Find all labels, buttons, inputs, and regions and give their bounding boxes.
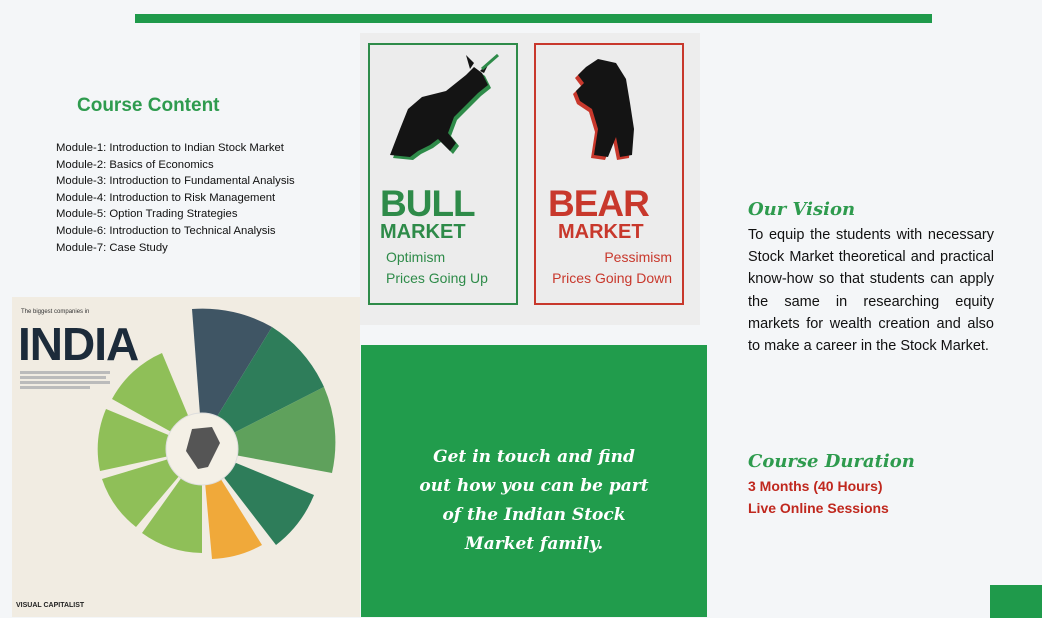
bull-icon [390, 53, 499, 160]
corner-accent-block [990, 585, 1042, 618]
bear-word: BEAR [548, 183, 650, 224]
cta-line: Get in touch and find [433, 447, 635, 467]
bear-market-word: MARKET [558, 221, 644, 243]
cta-line: Market family. [464, 534, 604, 554]
vision-text: To equip the students with necessary Sto… [748, 227, 994, 355]
bear-market-card: BEAR MARKET Pessimism Prices Going Down [534, 43, 684, 305]
bull-market-card: BULL MARKET Optimism Prices Going Up [368, 43, 518, 305]
module-item: Module-1: Introduction to Indian Stock M… [56, 142, 284, 154]
module-list: Module-1: Introduction to Indian Stock M… [56, 140, 295, 256]
top-accent-bar [135, 14, 932, 23]
cta-line: of the Indian Stock [442, 505, 626, 525]
bull-tag-line-2: Prices Going Up [386, 270, 488, 286]
cta-line: out how you can be part [419, 476, 649, 496]
infographic-footer: VISUAL CAPITALIST [16, 602, 85, 609]
duration-title: Course Duration [748, 451, 915, 472]
module-item: Module-7: Case Study [56, 241, 168, 254]
bear-tagline: Pessimism Prices Going Down [552, 247, 672, 289]
bull-bear-image: BULL MARKET Optimism Prices Going Up BEA… [360, 33, 700, 325]
india-companies-infographic: The biggest companies in INDIA VISUAL CA… [12, 297, 360, 617]
bull-tag-line-1: Optimism [386, 249, 446, 265]
bear-tag-line-1: Pessimism [604, 249, 672, 265]
module-item: Module-3: Introduction to Fundamental An… [56, 175, 295, 188]
bear-icon [573, 59, 634, 160]
contact-cta-box: Get in touch and find out how you can be… [361, 345, 707, 617]
module-item: Module-6: Introduction to Technical Anal… [56, 224, 276, 237]
module-item: Module-5: Option Trading Strategies [56, 208, 238, 221]
infographic-wheel [97, 308, 336, 559]
cta-text: Get in touch and find out how you can be… [361, 443, 707, 559]
bear-tag-line-2: Prices Going Down [552, 270, 672, 286]
slide: Course Content Module-1: Introduction to… [0, 0, 1042, 618]
bull-word: BULL [380, 183, 476, 224]
vision-title: Our Vision [748, 199, 856, 220]
duration-format: Live Online Sessions [748, 500, 889, 516]
duration-length: 3 Months (40 Hours) [748, 478, 883, 494]
bull-tagline: Optimism Prices Going Up [386, 247, 488, 289]
bull-market-word: MARKET [380, 221, 466, 243]
module-item: Module-4: Introduction to Risk Managemen… [56, 191, 276, 204]
course-content-title: Course Content [77, 95, 220, 116]
module-item: Module-2: Basics of Economics [56, 158, 214, 171]
